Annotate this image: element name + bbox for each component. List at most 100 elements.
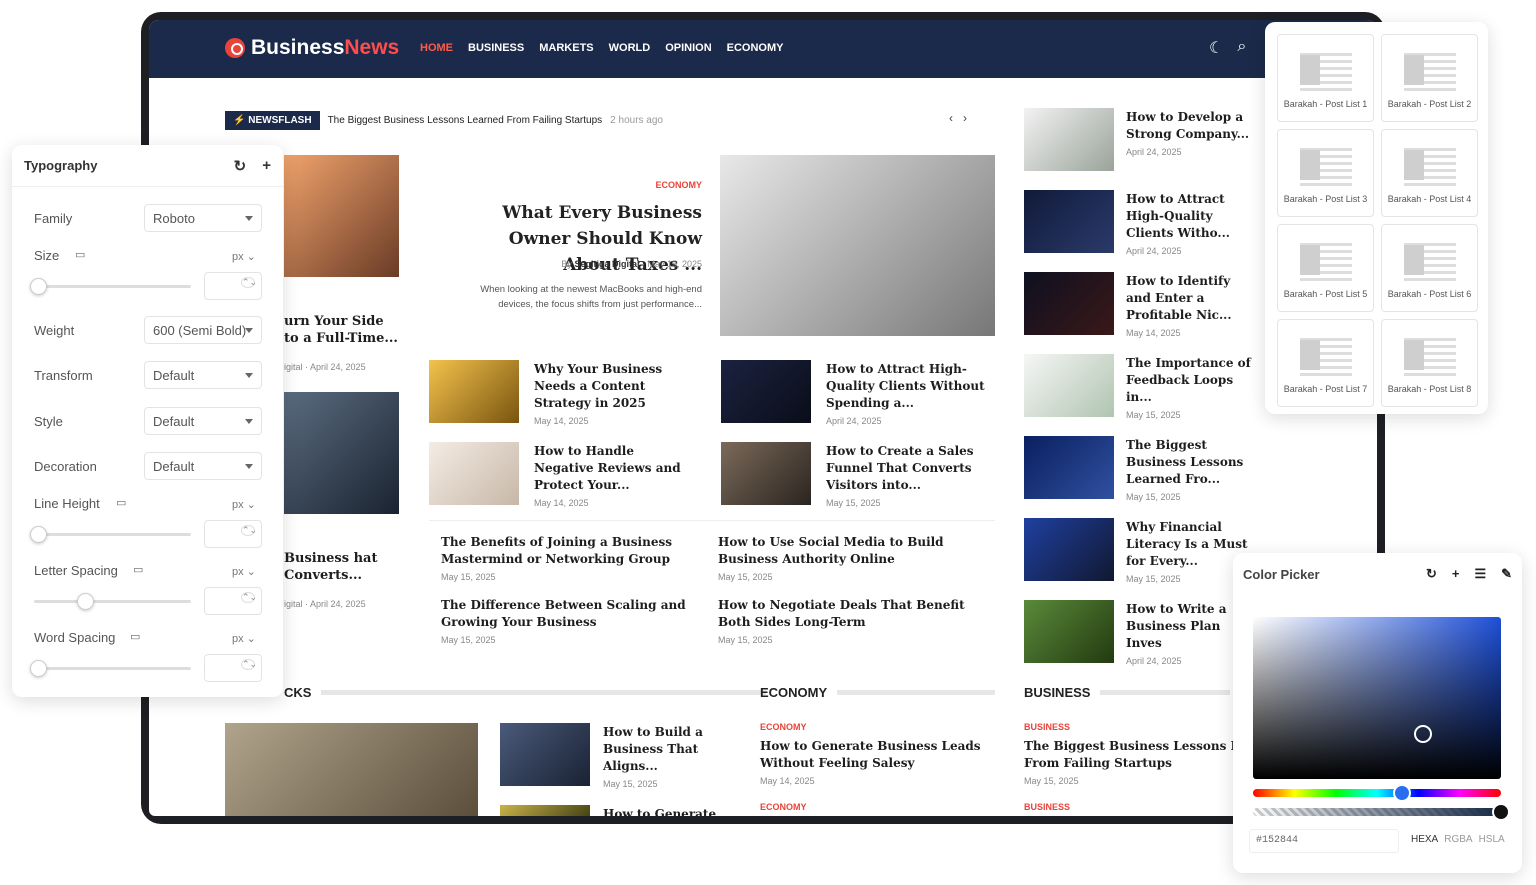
slider-handle[interactable]	[77, 593, 94, 610]
article-title[interactable]: urn Your Side to a Full-Time...	[284, 313, 399, 347]
layout-option[interactable]: Barakah - Post List 2	[1381, 34, 1478, 122]
list-item-title[interactable]: The Benefits of Joining a Business Maste…	[441, 534, 703, 568]
article-image[interactable]	[429, 442, 519, 505]
transform-select[interactable]: Default	[144, 361, 262, 389]
sidebar-post-title[interactable]: How to Identify and Enter a Profitable N…	[1126, 273, 1256, 324]
sidebar-post-title[interactable]: The Importance of Feedback Loops in...	[1126, 355, 1256, 406]
database-icon[interactable]: ☰	[1474, 566, 1486, 582]
sidebar-post-title[interactable]: How to Attract High-Quality Clients With…	[1126, 191, 1256, 242]
article-title[interactable]: How to Attract High-Quality Clients With…	[826, 361, 991, 412]
list-item-title[interactable]: How to Use Social Media to Build Busines…	[718, 534, 980, 568]
unit-select[interactable]: px ⌄	[232, 565, 256, 578]
menu-business[interactable]: BUSINESS	[468, 42, 524, 54]
slider-handle[interactable]	[30, 278, 47, 295]
menu-home[interactable]: HOME	[420, 42, 453, 54]
unit-select[interactable]: px ⌄	[232, 632, 256, 645]
menu-economy[interactable]: ECONOMY	[727, 42, 784, 54]
article-category[interactable]: BUSINESS	[1024, 722, 1239, 732]
hero-category[interactable]: ECONOMY	[439, 180, 702, 190]
unit-select[interactable]: px ⌄	[232, 250, 256, 263]
sidebar-post-image[interactable]	[1024, 272, 1114, 335]
menu-markets[interactable]: MARKETS	[539, 42, 593, 54]
size-input[interactable]	[204, 272, 262, 300]
hue-handle[interactable]	[1392, 784, 1411, 802]
newsflash-text[interactable]: The Biggest Business Lessons Learned Fro…	[328, 115, 603, 126]
chevron-right-icon[interactable]: ›	[963, 111, 967, 125]
dark-mode-icon[interactable]: ☾	[1209, 38, 1223, 58]
decoration-select[interactable]: Default	[144, 452, 262, 480]
wordspacing-slider[interactable]	[30, 660, 191, 677]
list-item-title[interactable]: The Difference Between Scaling and Growi…	[441, 597, 703, 631]
alpha-handle[interactable]	[1492, 803, 1510, 821]
plus-icon[interactable]: +	[262, 157, 271, 175]
layout-option[interactable]: Barakah - Post List 4	[1381, 129, 1478, 217]
article-image[interactable]	[284, 392, 399, 514]
sidebar-post-title[interactable]: How to Develop a Strong Company...	[1126, 109, 1256, 143]
weight-select[interactable]: 600 (Semi Bold)	[144, 316, 262, 344]
size-slider[interactable]	[30, 278, 191, 295]
layout-option[interactable]: Barakah - Post List 6	[1381, 224, 1478, 312]
article-title[interactable]: How to Build a Business That Aligns...	[603, 724, 733, 775]
monitor-icon[interactable]: ▭	[116, 496, 126, 509]
article-title[interactable]: Business hat Converts...	[284, 550, 399, 584]
site-logo[interactable]: BusinessNews	[225, 36, 399, 60]
letterspacing-input[interactable]	[204, 587, 262, 615]
alpha-slider[interactable]	[1253, 803, 1510, 821]
article-image[interactable]	[225, 723, 478, 816]
slider-handle[interactable]	[30, 660, 47, 677]
sidebar-post-image[interactable]	[1024, 354, 1114, 417]
layout-option[interactable]: Barakah - Post List 7	[1277, 319, 1374, 407]
sidebar-post-image[interactable]	[1024, 190, 1114, 253]
article-image[interactable]	[721, 360, 811, 423]
article-category[interactable]: ECONOMY	[760, 722, 1000, 732]
article-category[interactable]: BUSINESS	[1024, 802, 1239, 812]
lineheight-input[interactable]	[204, 520, 262, 548]
article-image[interactable]	[429, 360, 519, 423]
style-select[interactable]: Default	[144, 407, 262, 435]
article-title[interactable]: How to Generate	[603, 806, 716, 816]
article-title[interactable]: How to Handle Negative Reviews and Prote…	[534, 443, 694, 494]
reset-icon[interactable]: ↻	[234, 157, 247, 175]
saturation-handle[interactable]	[1414, 725, 1432, 743]
article-category[interactable]: ECONOMY	[760, 802, 1000, 812]
sidebar-post-image[interactable]	[1024, 436, 1114, 499]
article-image[interactable]	[500, 805, 590, 816]
layout-option[interactable]: Barakah - Post List 5	[1277, 224, 1374, 312]
mode-hsla[interactable]: HSLA	[1479, 834, 1505, 845]
eyedropper-icon[interactable]: ✎	[1501, 566, 1512, 582]
article-title[interactable]: Why Your Business Needs a Content Strate…	[534, 361, 694, 412]
lineheight-slider[interactable]	[30, 526, 191, 543]
mode-rgba[interactable]: RGBA	[1444, 834, 1472, 845]
sidebar-post-image[interactable]	[1024, 108, 1114, 171]
list-item-title[interactable]: How to Negotiate Deals That Benefit Both…	[718, 597, 980, 631]
layout-option[interactable]: Barakah - Post List 8	[1381, 319, 1478, 407]
plus-icon[interactable]: +	[1452, 566, 1460, 582]
reset-icon[interactable]: ↻	[1426, 566, 1437, 582]
monitor-icon[interactable]: ▭	[130, 630, 140, 643]
monitor-icon[interactable]: ▭	[133, 563, 143, 576]
hex-input[interactable]: #152844	[1249, 829, 1399, 853]
letterspacing-slider[interactable]	[34, 593, 191, 610]
wordspacing-input[interactable]	[204, 654, 262, 682]
hero-image[interactable]	[720, 155, 995, 336]
article-image[interactable]	[721, 442, 811, 505]
search-icon[interactable]: ⌕	[1237, 38, 1246, 58]
sidebar-post-image[interactable]	[1024, 518, 1114, 581]
family-select[interactable]: Roboto	[144, 204, 262, 232]
layout-option[interactable]: Barakah - Post List 3	[1277, 129, 1374, 217]
slider-handle[interactable]	[30, 526, 47, 543]
article-title[interactable]: How to Create a Sales Funnel That Conver…	[826, 443, 991, 494]
menu-world[interactable]: WORLD	[609, 42, 651, 54]
menu-opinion[interactable]: OPINION	[665, 42, 711, 54]
monitor-icon[interactable]: ▭	[75, 248, 85, 261]
layout-option[interactable]: Barakah - Post List 1	[1277, 34, 1374, 122]
unit-select[interactable]: px ⌄	[232, 498, 256, 511]
article-title[interactable]: How to Generate Business Leads Without F…	[760, 738, 1000, 772]
sidebar-post-title[interactable]: The Biggest Business Lessons Learned Fro…	[1126, 437, 1256, 488]
hue-slider[interactable]	[1253, 784, 1501, 802]
mode-hexa[interactable]: HEXA	[1411, 834, 1438, 845]
article-image[interactable]	[284, 155, 399, 277]
article-image[interactable]	[500, 723, 590, 786]
sidebar-post-image[interactable]	[1024, 600, 1114, 663]
chevron-left-icon[interactable]: ‹	[949, 111, 953, 125]
